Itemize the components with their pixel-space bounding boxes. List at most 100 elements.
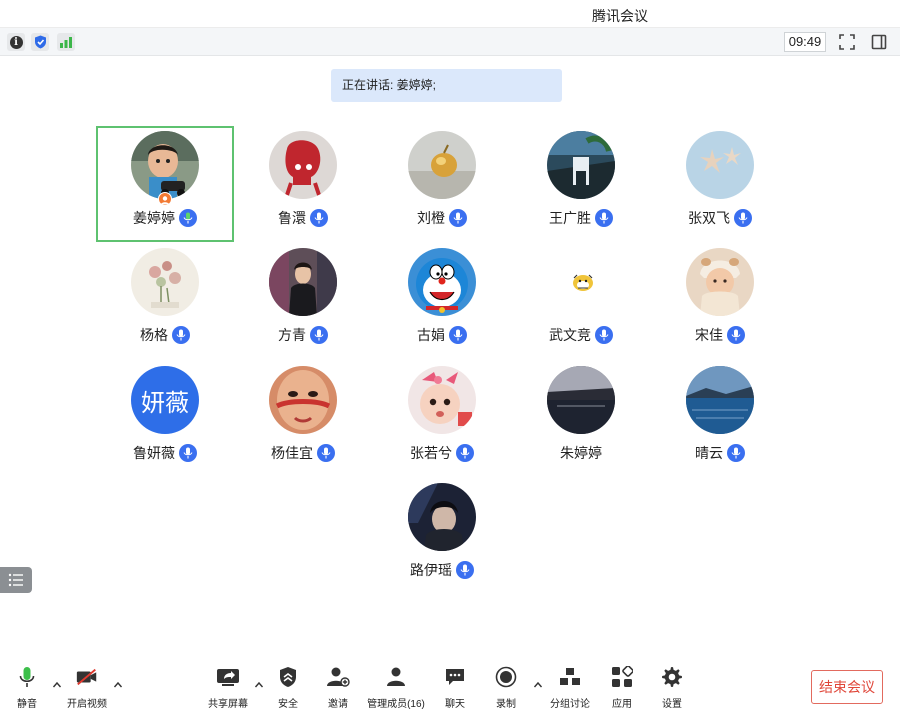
apps-icon: [610, 666, 634, 688]
breakout-rooms-label: 分组讨论: [550, 699, 590, 710]
mic-speaking-icon: [179, 209, 197, 227]
participant-tile[interactable]: 张若兮: [373, 361, 511, 477]
participant-name: 鲁妍薇: [133, 445, 175, 461]
mic-icon: [727, 326, 745, 344]
participant-tile[interactable]: 古娟: [373, 243, 511, 359]
add-user-icon: [326, 666, 350, 688]
video-off-icon: [75, 666, 99, 688]
participant-name: 朱婷婷: [560, 445, 602, 461]
speaking-label: 正在讲话:: [342, 78, 397, 92]
list-icon: [8, 573, 23, 587]
mic-icon: [179, 444, 197, 462]
gear-icon: [660, 666, 684, 688]
top-toolbar: i 09:49: [0, 28, 900, 56]
participant-tile[interactable]: 王广胜: [512, 126, 650, 242]
avatar: 妍薇: [131, 366, 199, 434]
info-icon[interactable]: i: [7, 33, 25, 51]
participant-name: 杨佳宜: [271, 445, 313, 461]
fullscreen-icon[interactable]: [838, 33, 856, 51]
chat-label: 聊天: [445, 699, 465, 710]
video-button[interactable]: 开启视频: [57, 666, 117, 710]
participant-name: 王广胜: [549, 210, 591, 226]
mic-icon: [595, 326, 613, 344]
participant-tile[interactable]: 刘橙: [373, 126, 511, 242]
record-button[interactable]: 录制: [476, 666, 536, 710]
share-screen-label: 共享屏幕: [208, 699, 248, 710]
security-label: 安全: [278, 699, 298, 710]
avatar: [408, 131, 476, 199]
participant-name: 古娟: [417, 327, 445, 343]
manage-members-button[interactable]: 管理成员(16): [366, 666, 426, 710]
participant-tile[interactable]: 杨佳宜: [234, 361, 372, 477]
participant-tile[interactable]: 张双飞: [651, 126, 789, 242]
host-icon: [158, 192, 172, 206]
mic-icon: [317, 444, 335, 462]
video-options-chevron-icon[interactable]: [113, 680, 123, 690]
participant-name: 宋佳: [695, 327, 723, 343]
participant-tile[interactable]: 朱婷婷: [512, 361, 650, 477]
mic-icon: [734, 209, 752, 227]
title-bar: 腾讯会议: [0, 0, 900, 28]
participant-name: 路伊瑶: [410, 562, 452, 578]
breakout-rooms-button[interactable]: 分组讨论: [540, 666, 600, 710]
participant-tile[interactable]: 晴云: [651, 361, 789, 477]
participant-name: 姜婷婷: [133, 210, 175, 226]
avatar: [131, 248, 199, 316]
participant-tile[interactable]: 宋佳: [651, 243, 789, 359]
settings-label: 设置: [662, 699, 682, 710]
window-title: 腾讯会议: [592, 8, 648, 24]
avatar: [269, 131, 337, 199]
breakout-rooms-icon: [558, 666, 582, 688]
participant-tile[interactable]: 路伊瑶: [373, 478, 511, 594]
participant-tile[interactable]: 鲁澴: [234, 126, 372, 242]
avatar: [408, 366, 476, 434]
participant-name: 杨格: [140, 327, 168, 343]
avatar: [269, 248, 337, 316]
speaking-indicator: 正在讲话: 姜婷婷;: [331, 69, 562, 102]
avatar: [686, 248, 754, 316]
share-screen-icon: [216, 666, 240, 688]
mute-button[interactable]: 静音: [0, 666, 57, 710]
settings-button[interactable]: 设置: [642, 666, 702, 710]
participant-tile[interactable]: 杨格: [96, 243, 234, 359]
video-label: 开启视频: [67, 699, 107, 710]
participant-name: 武文竞: [549, 327, 591, 343]
meeting-window: 腾讯会议 i 09:49 正在讲话: 姜婷婷; 姜婷婷 鲁澴 刘橙 王广胜 张双…: [0, 0, 900, 712]
mic-icon: [310, 209, 328, 227]
avatar-text: 妍薇: [141, 389, 189, 417]
shield-icon: [276, 666, 300, 688]
participant-tile[interactable]: 妍薇 鲁妍薇: [96, 361, 234, 477]
mic-icon: [449, 209, 467, 227]
participant-name: 方青: [278, 327, 306, 343]
participant-tile[interactable]: 姜婷婷: [96, 126, 234, 242]
meeting-clock: 09:49: [784, 32, 826, 52]
avatar: [269, 366, 337, 434]
participant-name: 刘橙: [417, 210, 445, 226]
participant-name: 鲁澴: [278, 210, 306, 226]
bottom-toolbar: 静音 开启视频 共享屏幕 安全 邀请 管理成员(16) 聊天 录制 分组讨论 应…: [0, 656, 900, 712]
chat-icon: [443, 666, 467, 688]
invite-button[interactable]: 邀请: [308, 666, 368, 710]
members-icon: [384, 666, 408, 688]
network-signal-icon[interactable]: [57, 33, 75, 51]
mic-icon: [449, 326, 467, 344]
avatar: [408, 483, 476, 551]
participant-tile[interactable]: 方青: [234, 243, 372, 359]
avatar: [547, 366, 615, 434]
participant-name: 晴云: [695, 445, 723, 461]
mic-icon: [456, 561, 474, 579]
mic-icon: [456, 444, 474, 462]
end-meeting-button[interactable]: 结束会议: [811, 670, 883, 704]
security-shield-icon[interactable]: [31, 33, 49, 51]
participant-name: 张双飞: [688, 210, 730, 226]
participant-name: 张若兮: [410, 445, 452, 461]
record-label: 录制: [496, 699, 516, 710]
record-icon: [494, 666, 518, 688]
share-screen-button[interactable]: 共享屏幕: [198, 666, 258, 710]
participant-list-toggle[interactable]: [0, 567, 32, 593]
mic-icon: [727, 444, 745, 462]
participant-tile[interactable]: 武文竞: [512, 243, 650, 359]
avatar: [547, 248, 615, 316]
avatar: [686, 366, 754, 434]
side-panel-icon[interactable]: [870, 33, 888, 51]
